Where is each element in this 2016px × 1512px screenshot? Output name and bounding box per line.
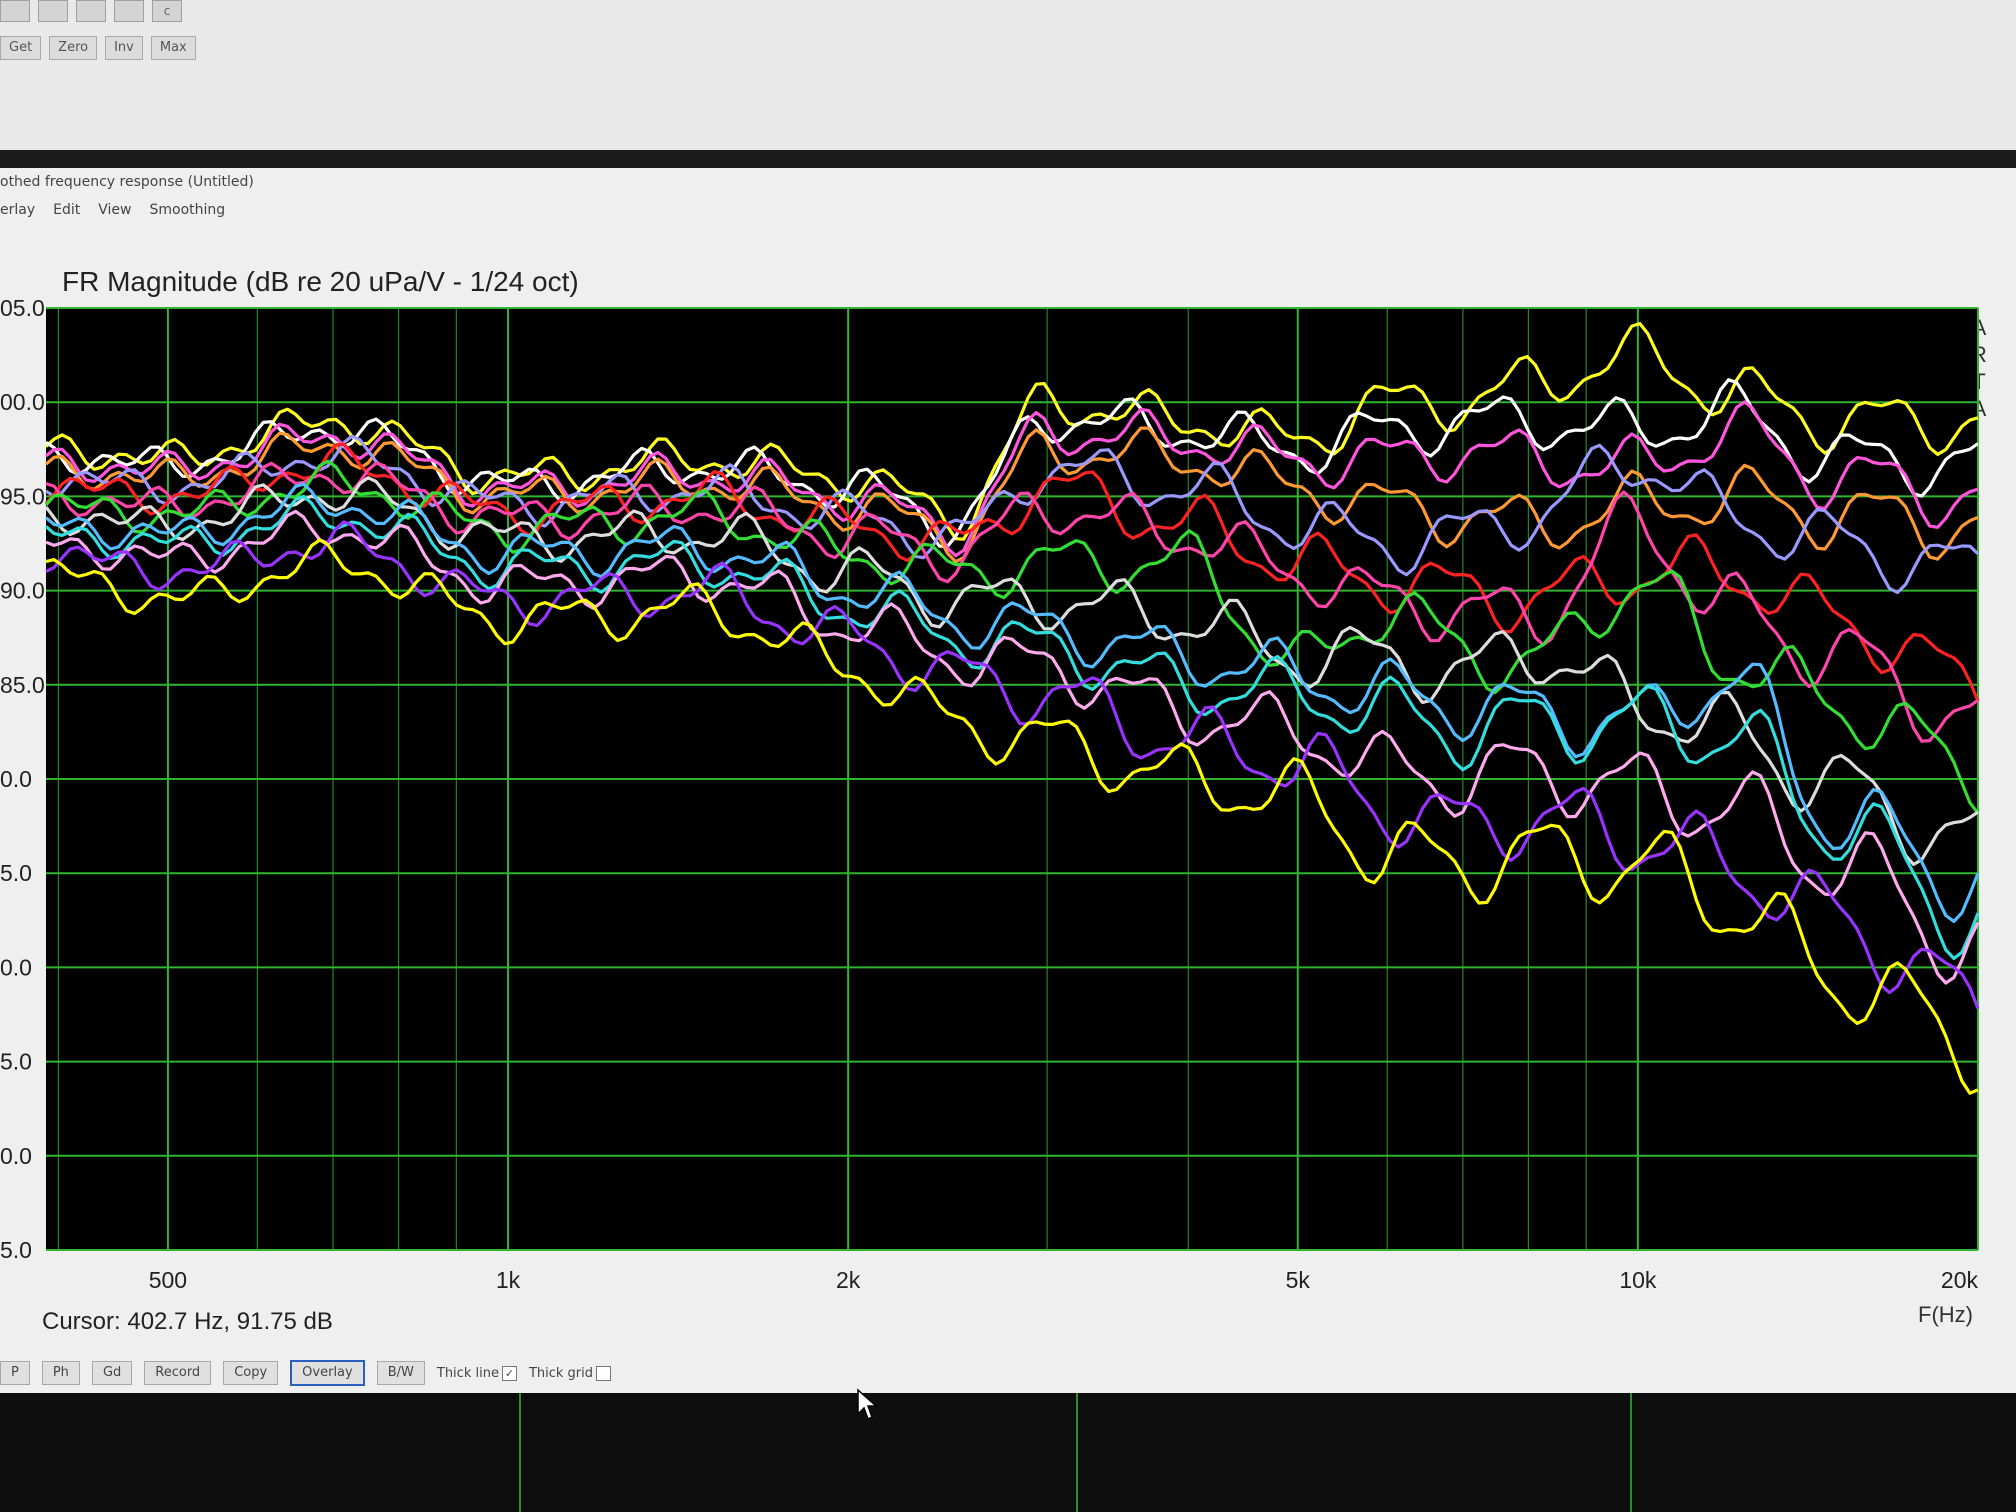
y-tick-label: 5.0 bbox=[0, 1237, 32, 1263]
x-tick-label: 10k bbox=[1619, 1267, 1657, 1293]
spectrum-icon[interactable] bbox=[0, 0, 30, 22]
x-tick-label: 500 bbox=[149, 1267, 187, 1293]
background-grid-line bbox=[1076, 1393, 1078, 1512]
y-tick-label: 0.0 bbox=[0, 766, 32, 792]
window-icon[interactable] bbox=[38, 0, 68, 22]
icon-toolbar: c bbox=[0, 0, 182, 22]
max-button[interactable]: Max bbox=[150, 36, 196, 60]
x-tick-label: 1k bbox=[496, 1267, 521, 1293]
y-tick-label: 95.0 bbox=[0, 483, 45, 509]
y-tick-label: 5.0 bbox=[0, 1049, 32, 1075]
window-gap bbox=[0, 150, 2016, 168]
get-button[interactable]: Get bbox=[0, 36, 42, 60]
y-tick-label: 0.0 bbox=[0, 1143, 32, 1169]
below-window-area bbox=[0, 1393, 2016, 1512]
zero-button[interactable]: Zero bbox=[49, 36, 98, 60]
x-tick-label: 2k bbox=[836, 1267, 861, 1293]
x-tick-label: 5k bbox=[1286, 1267, 1311, 1293]
inv-button[interactable]: Inv bbox=[105, 36, 143, 60]
background-grid-line bbox=[1630, 1393, 1632, 1512]
fr-chart[interactable]: 05.0 00.0 95.0 90.0 85.0 0.0 5.0 0.0 5.0 0.0 5.0 50… bbox=[0, 168, 2016, 1393]
y-tick-label: 90.0 bbox=[0, 578, 45, 604]
y-tick-label: 00.0 bbox=[0, 389, 45, 415]
top-button-row: Get Zero Inv Max bbox=[0, 36, 196, 60]
y-tick-label: 05.0 bbox=[0, 295, 45, 321]
y-tick-label: 85.0 bbox=[0, 672, 45, 698]
overlay-icon[interactable] bbox=[76, 0, 106, 22]
y-tick-label: 0.0 bbox=[0, 954, 32, 980]
top-toolbar-strip: c Get Zero Inv Max bbox=[0, 0, 2016, 150]
background-grid-line bbox=[519, 1393, 521, 1512]
mouse-pointer-icon bbox=[857, 1388, 878, 1421]
y-tick-label: 5.0 bbox=[0, 860, 32, 886]
graph-icon[interactable] bbox=[114, 0, 144, 22]
x-tick-label: 20k bbox=[1941, 1267, 1979, 1293]
c-icon[interactable]: c bbox=[152, 0, 182, 22]
